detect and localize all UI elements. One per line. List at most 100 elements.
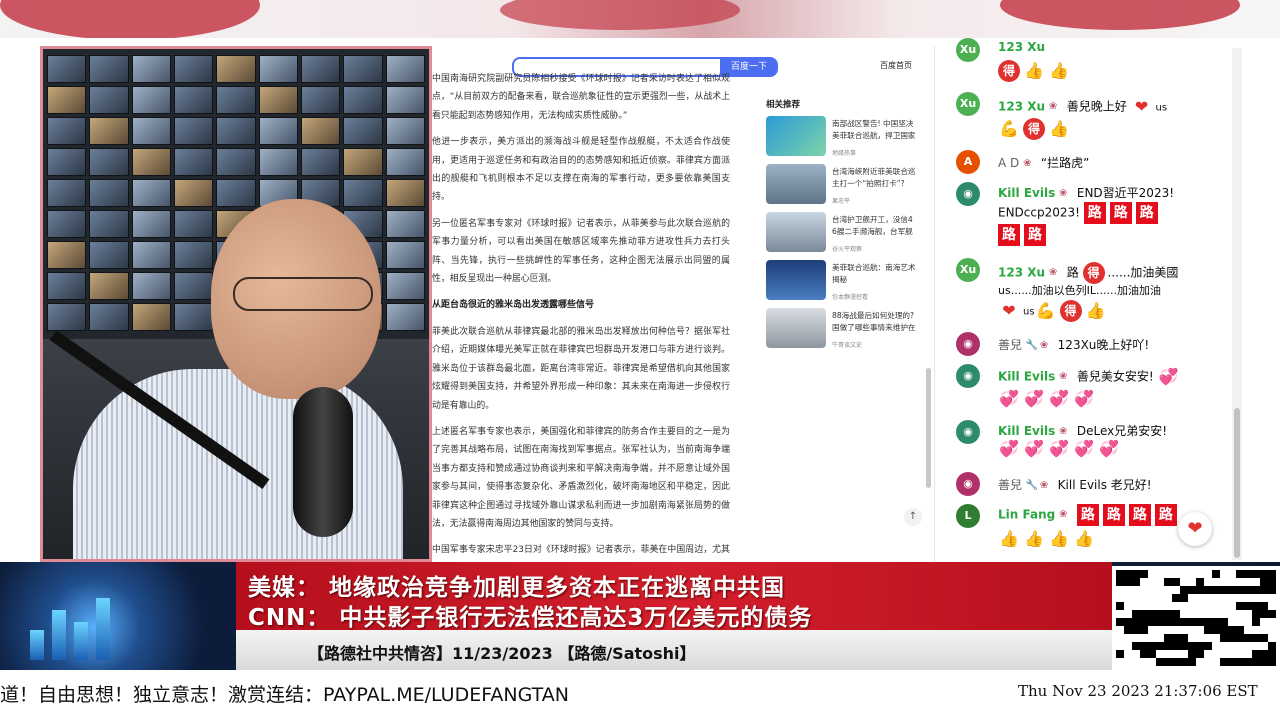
badge-icon: ❀ — [1059, 425, 1068, 437]
related-thumbnail — [766, 164, 826, 204]
chat-emoji-row: 得 👍 👍 — [998, 60, 1073, 82]
badge-icon: ❀ — [1048, 101, 1058, 112]
related-thumbnail — [766, 116, 826, 156]
chat-line: 善兒 🔧 ❀ 123Xu晚上好吖! — [998, 338, 1150, 352]
related-item[interactable]: 台湾护卫舰开工，没信4 6艘二手濒海舰，台军舰 谷火平观察 — [766, 212, 932, 256]
muscle-icon: 💪 — [999, 119, 1019, 138]
home-link[interactable]: 百度首页 — [880, 60, 912, 71]
qr-code — [1112, 566, 1280, 670]
article-paragraph: 菲美此次联合巡航从菲律宾最北部的雅米岛出发释放出何种信号？据张军社介绍，近期媒体… — [432, 326, 730, 411]
chat-avatar: ◉ — [956, 332, 980, 356]
chat-avatar: ◉ — [956, 472, 980, 496]
chat-line: Kill Evils ❀ DeLex兄弟安安! — [998, 424, 1168, 438]
article-paragraph: 中国南海研究院副研究员陈相秒接受《环球时报》记者采访时表达了相似观点，“从目前双… — [432, 74, 730, 121]
badge-icon: ❀ — [1039, 479, 1049, 491]
muscle-icon: 💪 — [1035, 301, 1056, 320]
chat-avatar: Xu — [956, 92, 980, 116]
article-body: 中国南海研究院副研究员陈相秒接受《环球时报》记者采访时表达了相似观点，“从目前双… — [432, 70, 730, 562]
wrench-icon: 🔧 — [1025, 339, 1039, 351]
kiss-icon: 💞 — [1074, 439, 1094, 458]
thumbs-up-icon: 👍 — [1049, 529, 1069, 548]
headline-1: 美媒： 地缘政治竞争加剧更多资本正在逃离中共国 — [248, 575, 786, 601]
related-thumbnail — [766, 260, 826, 300]
chat-line: 善兒 🔧 ❀ Kill Evils 老兄好! — [998, 478, 1152, 492]
microphone — [293, 387, 353, 537]
back-to-top-button[interactable]: ↑ — [904, 508, 922, 526]
related-item[interactable]: 南部战区警告! 中国坚决 美菲联合巡航，捍卫国家 地缘热事 — [766, 116, 932, 160]
chat-emoji-row: 💪 得 👍 — [999, 118, 1069, 140]
badge-icon: ❀ — [1023, 157, 1032, 169]
wrench-icon: 🔧 — [1025, 479, 1039, 491]
related-line: 台湾海峡附近菲美联合巡 — [832, 167, 916, 176]
badge-icon: ❀ — [1048, 267, 1058, 278]
chat-line: Kill Evils ❀ END習近平2023! — [998, 186, 1175, 200]
chat-line: 123 Xu ❀ 善兒晚上好 ❤ us — [998, 97, 1168, 116]
chat-avatar: Xu — [956, 258, 980, 282]
chat-avatar: ◉ — [956, 420, 980, 444]
chat-avatar: ◉ — [956, 364, 980, 388]
badge-icon: ❀ — [1059, 509, 1068, 520]
kiss-icon: 💞 — [1158, 367, 1179, 386]
top-banner — [0, 0, 1280, 38]
related-source: 谷火平观察 — [832, 246, 863, 253]
headline-2: CNN： 中共影子银行无法偿还高达3万亿美元的债务 — [248, 605, 813, 631]
related-item[interactable]: 88海战最后如何处理的? 国做了哪些事情来维护在 牛哥谈文史 — [766, 308, 932, 352]
program-info: 【路德社中共情咨】11/23/2023 【路德/Satoshi】 — [308, 644, 696, 663]
heart-icon: ❤ — [1002, 301, 1016, 320]
kiss-icon: 💞 — [1049, 389, 1069, 408]
clock: Thu Nov 23 2023 21:37:06 EST — [1018, 682, 1258, 700]
related-title: 相关推荐 — [766, 100, 801, 110]
chat-emoji-row: 💞 💞 💞 💞 💞 — [998, 438, 1123, 460]
chat-scrollbar[interactable] — [1232, 48, 1242, 560]
browser-article-page: 百度一下 百度首页 中国南海研究院副研究员陈相秒接受《环球时报》记者采访时表达了… — [432, 46, 932, 562]
related-source: 果忠平 — [832, 198, 851, 205]
related-thumbnail — [766, 212, 826, 252]
globe-graphic — [0, 562, 236, 670]
thumbs-up-icon: 👍 — [1049, 61, 1069, 80]
kiss-icon: 💞 — [1024, 439, 1044, 458]
badge-icon: ❀ — [1059, 371, 1068, 382]
chat-emoji-row: 路路 — [998, 224, 1050, 246]
kiss-icon: 💞 — [1024, 389, 1044, 408]
related-line: 南部战区警告! 中国坚决 — [832, 119, 914, 128]
webcam-feed — [40, 46, 432, 562]
glasses — [233, 277, 373, 311]
chat-emoji-row: 💞 💞 💞 💞 — [998, 388, 1098, 410]
related-line: 6艘二手濒海舰，台军舰 — [832, 227, 913, 236]
chat-avatar: ◉ — [956, 182, 980, 206]
article-paragraph: 上述匿名军事专家也表示，美国强化和菲律宾的防务合作主要目的之一是为了完善其战略布… — [432, 426, 730, 529]
chat-avatar: Xu — [956, 38, 980, 62]
page-scrollbar[interactable] — [926, 368, 931, 488]
chat-emoji-row: 👍 👍 👍 👍 — [998, 528, 1098, 550]
article-heading: 从距台岛很近的雅米岛出发透露哪些信号 — [432, 300, 595, 311]
badge-icon: ❀ — [1039, 339, 1049, 351]
chat-line: 123 Xu ❀ 路 得 ......加油美國 — [998, 262, 1178, 284]
related-line: 国做了哪些事情来维护在 — [832, 323, 916, 332]
kiss-icon: 💞 — [999, 439, 1019, 458]
thumbs-up-icon: 👍 — [1049, 119, 1069, 138]
related-line: 台湾护卫舰开工，没信4 — [832, 215, 913, 224]
related-source: 包本静漫控看 — [832, 294, 869, 301]
related-line: 揭秘 — [832, 275, 848, 284]
article-paragraph: 他进一步表示，美方派出的濒海战斗舰是轻型作战舰艇，不太适合作战使用，更适用于巡逻… — [432, 137, 730, 203]
kiss-icon: 💞 — [1049, 439, 1069, 458]
heart-reaction-button[interactable]: ❤ — [1178, 512, 1212, 546]
related-source: 地缘热事 — [832, 150, 857, 157]
stream-frame: 百度一下 百度首页 中国南海研究院副研究员陈相秒接受《环球时报》记者采访时表达了… — [0, 0, 1280, 720]
related-line: 主打一个“拍照打卡”? — [832, 179, 905, 188]
related-item[interactable]: 美菲联合巡航：南海艺术 揭秘 包本静漫控看 — [766, 260, 932, 304]
related-line: 88海战最后如何处理的? — [832, 311, 915, 320]
related-line: 美菲联合巡航，捍卫国家 — [832, 131, 916, 140]
kiss-icon: 💞 — [1099, 439, 1119, 458]
related-item[interactable]: 台湾海峡附近菲美联合巡 主打一个“拍照打卡”? 果忠平 — [766, 164, 932, 208]
badge-icon: ❀ — [1059, 187, 1068, 199]
chat-avatar: L — [956, 504, 980, 528]
heart-icon: ❤ — [1134, 97, 1149, 116]
chat-avatar: A — [956, 150, 980, 174]
kiss-icon: 💞 — [1074, 389, 1094, 408]
thumbs-up-icon: 👍 — [999, 529, 1019, 548]
chat-line: A D ❀ “拦路虎” — [998, 156, 1090, 170]
thumbs-up-icon: 👍 — [1085, 301, 1106, 320]
article-paragraph: 中国军事专家宋忠平23日对《环球时报》记者表示，菲美在中国周边，尤其是涉及南海、… — [432, 545, 730, 556]
thumbs-up-icon: 👍 — [1074, 529, 1094, 548]
